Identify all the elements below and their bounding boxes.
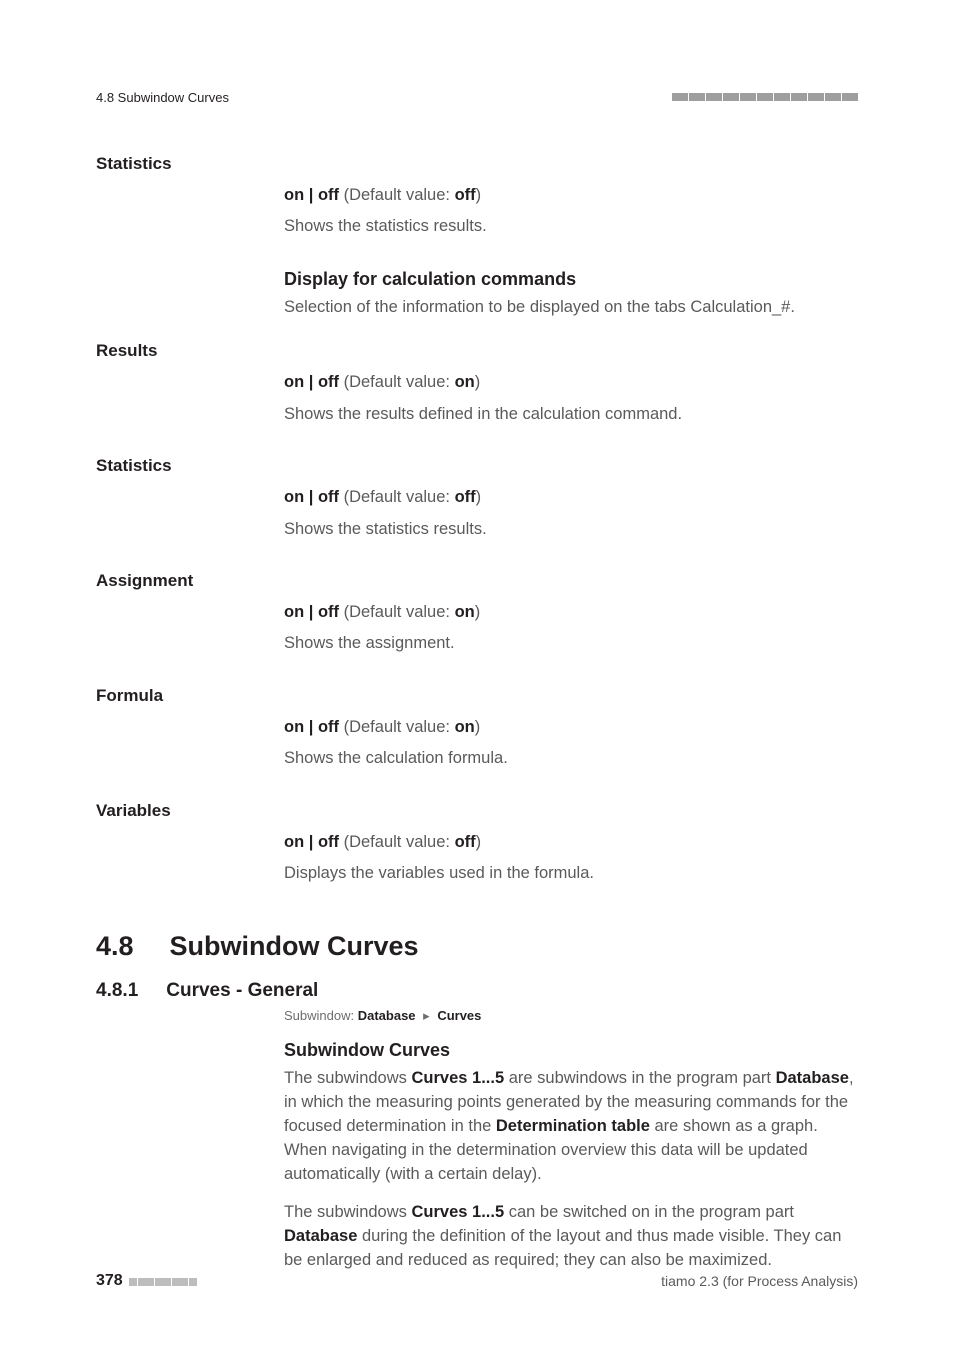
- def-variables: Variables on | off (Default value: off) …: [96, 801, 858, 886]
- def-label: Results: [96, 341, 858, 361]
- def-label: Statistics: [96, 456, 858, 476]
- section-number: 4.8: [96, 931, 134, 962]
- section-4-8-title: 4.8 Subwindow Curves: [96, 931, 858, 962]
- def-onoff-line: on | off (Default value: off): [284, 831, 858, 854]
- def-onoff-line: on | off (Default value: on): [284, 601, 858, 624]
- def-onoff-line: on | off (Default value: off): [284, 486, 858, 509]
- display-calc-desc: Selection of the information to be displ…: [284, 296, 858, 319]
- def-onoff-line: on | off (Default value: on): [284, 371, 858, 394]
- curves-para-1: The subwindows Curves 1...5 are subwindo…: [284, 1067, 858, 1187]
- page-number: 378: [96, 1272, 123, 1290]
- def-statistics-1: Statistics on | off (Default value: off)…: [96, 154, 858, 239]
- def-desc: Shows the calculation formula.: [284, 747, 858, 770]
- section-name: Subwindow Curves: [170, 931, 419, 962]
- breadcrumb: Subwindow: Database ▸ Curves: [284, 1008, 858, 1024]
- def-onoff-line: on | off (Default value: on): [284, 716, 858, 739]
- footer-ornament: [129, 1273, 197, 1289]
- def-formula: Formula on | off (Default value: on) Sho…: [96, 686, 858, 771]
- page-footer: 378 tiamo 2.3 (for Process Analysis): [96, 1272, 858, 1290]
- def-label: Statistics: [96, 154, 858, 174]
- def-statistics-2: Statistics on | off (Default value: off)…: [96, 456, 858, 541]
- def-label: Variables: [96, 801, 858, 821]
- chevron-right-icon: ▸: [423, 1008, 430, 1023]
- def-desc: Shows the statistics results.: [284, 518, 858, 541]
- def-desc: Shows the assignment.: [284, 632, 858, 655]
- header-ornament: [671, 88, 858, 106]
- subsection-4-8-1-title: 4.8.1 Curves - General: [96, 980, 858, 1002]
- def-onoff-line: on | off (Default value: off): [284, 184, 858, 207]
- def-desc: Shows the statistics results.: [284, 215, 858, 238]
- def-assignment: Assignment on | off (Default value: on) …: [96, 571, 858, 656]
- def-label: Formula: [96, 686, 858, 706]
- running-header: 4.8 Subwindow Curves: [96, 88, 858, 106]
- display-calc-heading: Display for calculation commands: [284, 269, 858, 290]
- curves-para-2: The subwindows Curves 1...5 can be switc…: [284, 1201, 858, 1273]
- header-section: 4.8 Subwindow Curves: [96, 90, 229, 105]
- subwindow-curves-heading: Subwindow Curves: [284, 1040, 858, 1061]
- def-results: Results on | off (Default value: on) Sho…: [96, 341, 858, 426]
- def-desc: Displays the variables used in the formu…: [284, 862, 858, 885]
- subsection-number: 4.8.1: [96, 980, 138, 1002]
- def-desc: Shows the results defined in the calcula…: [284, 403, 858, 426]
- def-label: Assignment: [96, 571, 858, 591]
- footer-product: tiamo 2.3 (for Process Analysis): [661, 1273, 858, 1289]
- subsection-name: Curves - General: [166, 980, 318, 1002]
